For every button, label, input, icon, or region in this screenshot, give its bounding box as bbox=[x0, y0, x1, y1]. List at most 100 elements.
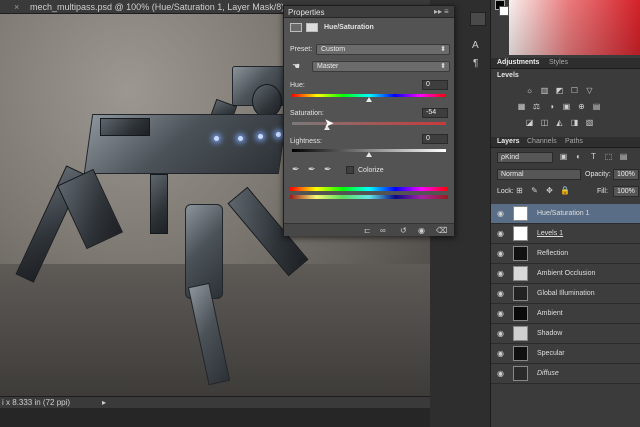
properties-footer: ⊏ ∞ ↺ ◉ ⌫ bbox=[284, 223, 454, 236]
adjustment-icon[interactable]: ☐ bbox=[570, 86, 579, 95]
adjustment-icon[interactable]: ▧ bbox=[585, 118, 594, 127]
hue-input[interactable]: 0 bbox=[422, 80, 448, 90]
blend-mode-dropdown[interactable]: Normal bbox=[497, 169, 581, 180]
layer-name: Ambient Occlusion bbox=[537, 270, 596, 277]
eye-icon[interactable]: ◉ bbox=[497, 209, 504, 218]
layer-row[interactable]: ◉ Levels 1 bbox=[491, 224, 640, 244]
adjustment-icon[interactable]: ◨ bbox=[570, 118, 579, 127]
colorize-label: Colorize bbox=[358, 167, 384, 174]
trash-icon[interactable]: ⌫ bbox=[436, 226, 447, 235]
layer-row[interactable]: ◉ Diffuse bbox=[491, 364, 640, 384]
reset-icon[interactable]: ↺ bbox=[400, 226, 407, 235]
view-previous-icon[interactable]: ∞ bbox=[380, 226, 386, 235]
adjustment-icon[interactable]: ▥ bbox=[540, 86, 549, 95]
adjustment-icon[interactable]: ◩ bbox=[555, 86, 564, 95]
saturation-slider-track[interactable] bbox=[292, 122, 446, 125]
eyedropper-plus-icon[interactable]: ✒ bbox=[308, 164, 316, 175]
lightness-input[interactable]: 0 bbox=[422, 134, 448, 144]
layer-row[interactable]: ◉ Shadow bbox=[491, 324, 640, 344]
layer-filter-icon[interactable]: ⬚ bbox=[604, 152, 613, 161]
layer-row[interactable]: ◉ Specular bbox=[491, 344, 640, 364]
hand-tool-icon[interactable]: ☚ bbox=[292, 61, 300, 72]
lock-icon[interactable]: ⊞ bbox=[515, 186, 524, 195]
mask-icon[interactable] bbox=[306, 23, 318, 32]
properties-panel-icon[interactable] bbox=[470, 12, 486, 26]
layer-thumbnail bbox=[513, 266, 528, 281]
layer-row[interactable]: ◉ Hue/Saturation 1 bbox=[491, 204, 640, 224]
clip-to-layer-icon[interactable]: ⊏ bbox=[364, 226, 371, 235]
eye-icon[interactable]: ◉ bbox=[497, 289, 504, 298]
layer-filter-icon[interactable]: ◐ bbox=[574, 152, 583, 161]
fill-label: Fill: bbox=[597, 188, 608, 195]
chevron-down-icon: ⬍ bbox=[440, 46, 446, 53]
panel-menu-icon[interactable]: ≡ bbox=[444, 7, 449, 16]
opacity-input[interactable]: 100% bbox=[613, 169, 639, 180]
layer-filter-icon[interactable]: ▤ bbox=[619, 152, 628, 161]
adjustment-icon[interactable]: ◪ bbox=[525, 118, 534, 127]
lock-icon[interactable]: ✎ bbox=[530, 186, 539, 195]
adjustment-icon[interactable]: ◫ bbox=[540, 118, 549, 127]
layer-name: Shadow bbox=[537, 330, 563, 337]
adjustment-icon[interactable]: ⚖ bbox=[532, 102, 541, 111]
layer-thumbnail bbox=[513, 366, 528, 381]
adjustment-icon[interactable]: ⊕ bbox=[577, 102, 586, 111]
layer-row[interactable]: ◉ Reflection bbox=[491, 244, 640, 264]
layer-filter-icon[interactable]: ▣ bbox=[559, 152, 568, 161]
eye-icon[interactable]: ◉ bbox=[497, 349, 504, 358]
adjustment-icon[interactable]: ▤ bbox=[592, 102, 601, 111]
mech-light bbox=[276, 132, 281, 137]
preset-dropdown[interactable]: Custom ⬍ bbox=[316, 44, 450, 55]
background-color-swatch[interactable] bbox=[499, 6, 509, 16]
layer-row[interactable]: ◉ Global Illumination bbox=[491, 284, 640, 304]
color-picker-field[interactable] bbox=[509, 0, 640, 55]
tab-styles[interactable]: Styles bbox=[549, 59, 568, 66]
mech-light bbox=[238, 136, 243, 141]
adjustment-icon[interactable]: ▦ bbox=[517, 102, 526, 111]
eye-icon[interactable]: ◉ bbox=[497, 229, 504, 238]
tab-layers[interactable]: Layers bbox=[497, 138, 520, 145]
collapse-icon[interactable]: ▸▸ bbox=[434, 7, 442, 16]
adjustment-icon[interactable]: ▽ bbox=[585, 86, 594, 95]
channel-dropdown[interactable]: Master ⬍ bbox=[312, 61, 450, 72]
tab-channels[interactable]: Channels bbox=[527, 138, 557, 145]
document-size-info: i x 8.333 in (72 ppi) bbox=[2, 398, 71, 407]
adjustment-icon[interactable]: ◑ bbox=[547, 102, 556, 111]
hue-slider-thumb[interactable] bbox=[366, 97, 372, 102]
lock-icon[interactable]: 🔒 bbox=[560, 186, 570, 195]
paragraph-panel-icon[interactable]: ¶ bbox=[473, 58, 478, 69]
properties-titlebar[interactable]: Properties ▸▸ ≡ bbox=[284, 6, 454, 18]
mech-gun-barrel bbox=[252, 84, 282, 118]
character-panel-icon[interactable]: A bbox=[472, 40, 479, 51]
adjustment-icon[interactable]: ☼ bbox=[525, 86, 534, 95]
saturation-input[interactable]: -54 bbox=[422, 108, 448, 118]
eyedropper-minus-icon[interactable]: ✒ bbox=[324, 164, 332, 175]
workspace-background bbox=[0, 408, 490, 427]
saturation-label: Saturation: bbox=[290, 110, 324, 117]
colorize-checkbox[interactable] bbox=[346, 166, 354, 174]
properties-panel[interactable]: Properties ▸▸ ≡ Hue/Saturation Preset: C… bbox=[283, 5, 455, 236]
mouse-cursor-icon: ➤ bbox=[324, 116, 335, 130]
layer-row[interactable]: ◉ Ambient Occlusion bbox=[491, 264, 640, 284]
right-dock: Adjustments Styles Levels ☼ ▥ ◩ ☐ ▽ ▦ ⚖ ◑ ▣ ⊕ ▤ ◪… bbox=[490, 0, 640, 427]
adjustment-icon[interactable]: ▣ bbox=[562, 102, 571, 111]
eye-icon[interactable]: ◉ bbox=[497, 249, 504, 258]
layer-row[interactable]: ◉ Ambient bbox=[491, 304, 640, 324]
lightness-slider-thumb[interactable] bbox=[366, 152, 372, 157]
eyedropper-icon[interactable]: ✒ bbox=[292, 164, 300, 175]
lock-icon[interactable]: ✥ bbox=[545, 186, 554, 195]
chevron-down-icon: ⬍ bbox=[440, 63, 446, 70]
eye-icon[interactable]: ◉ bbox=[497, 369, 504, 378]
fill-input[interactable]: 100% bbox=[613, 186, 639, 197]
status-menu-arrow-icon[interactable]: ▸ bbox=[102, 398, 106, 407]
adjustment-icon[interactable]: ◭ bbox=[555, 118, 564, 127]
eye-icon[interactable]: ◉ bbox=[497, 269, 504, 278]
eye-icon[interactable]: ◉ bbox=[497, 329, 504, 338]
close-icon[interactable]: × bbox=[14, 2, 19, 12]
tab-adjustments[interactable]: Adjustments bbox=[497, 59, 539, 66]
eye-icon[interactable]: ◉ bbox=[497, 309, 504, 318]
layer-filter-icon[interactable]: T bbox=[589, 152, 598, 161]
document-title: mech_multipass.psd @ 100% (Hue/Saturatio… bbox=[30, 2, 285, 12]
layer-kind-filter[interactable]: ρKind bbox=[497, 152, 553, 163]
visibility-icon[interactable]: ◉ bbox=[418, 226, 425, 235]
tab-paths[interactable]: Paths bbox=[565, 138, 583, 145]
